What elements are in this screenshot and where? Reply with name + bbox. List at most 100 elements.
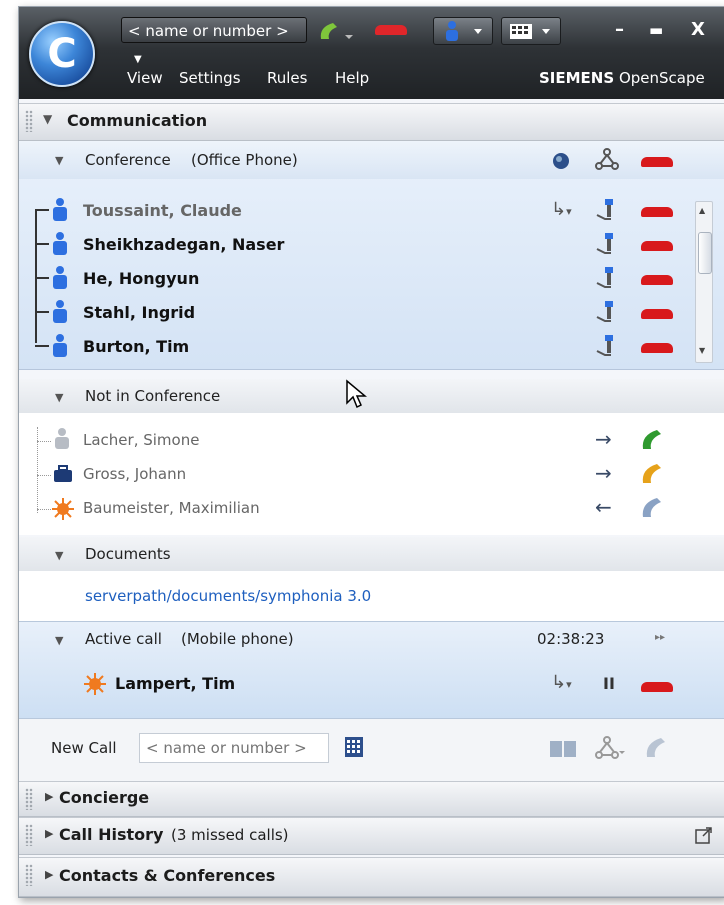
tree-branch: [37, 475, 51, 476]
arrow-right-icon[interactable]: →: [595, 461, 612, 485]
conference-scrollbar[interactable]: ▲ ▼: [695, 201, 713, 363]
collapse-icon[interactable]: ▼: [55, 549, 63, 562]
busy-sun-icon: [83, 672, 107, 700]
conference-network-icon[interactable]: [595, 147, 619, 175]
grip-handle[interactable]: [25, 788, 33, 810]
document-link[interactable]: serverpath/documents/symphonia 3.0: [85, 587, 371, 605]
new-call-bar: New Call: [19, 719, 724, 781]
hangup-icon[interactable]: [641, 343, 673, 353]
grip-handle[interactable]: [25, 864, 33, 886]
participant-name: He, Hongyun: [83, 269, 200, 288]
collapse-icon[interactable]: ▼: [55, 154, 63, 167]
phone-handset-icon[interactable]: [595, 265, 619, 295]
dial-name-text: < name or number >: [128, 22, 289, 40]
scroll-up-icon[interactable]: ▲: [699, 206, 705, 215]
list-item[interactable]: Baumeister, Maximilian ←: [19, 495, 724, 525]
missed-calls-note: (3 missed calls): [171, 826, 289, 844]
transfer-icon[interactable]: ↳▾: [551, 199, 572, 220]
minimize-icon[interactable]: –: [615, 19, 624, 40]
conference-network-icon[interactable]: [595, 735, 625, 765]
popout-icon[interactable]: [695, 826, 713, 848]
brand-bold: SIEMENS: [539, 69, 615, 87]
section-call-history[interactable]: ▶ Call History (3 missed calls): [19, 817, 724, 855]
participant-row[interactable]: Stahl, Ingrid: [19, 297, 699, 331]
phone-handset-icon[interactable]: [595, 231, 619, 261]
person-icon: [51, 299, 69, 329]
active-call-device: (Mobile phone): [181, 630, 294, 648]
scroll-down-icon[interactable]: ▼: [699, 346, 705, 355]
participant-row[interactable]: Toussaint, Claude ↳▾: [19, 195, 699, 229]
menu-view[interactable]: View: [127, 69, 163, 87]
tree-branch: [35, 311, 49, 313]
menu-help[interactable]: Help: [335, 69, 369, 87]
contact-name: Baumeister, Maximilian: [83, 499, 260, 517]
tree-branch: [35, 209, 49, 211]
call-grey-icon[interactable]: [643, 735, 669, 765]
address-book-icon[interactable]: [549, 739, 577, 763]
participant-row[interactable]: Sheikhzadegan, Naser: [19, 229, 699, 263]
busy-sun-icon: [51, 497, 75, 525]
expand-icon[interactable]: ▶: [45, 868, 53, 881]
conference-header: ▼ Conference (Office Phone): [19, 141, 724, 179]
new-call-input[interactable]: [139, 733, 329, 763]
arrow-right-icon[interactable]: →: [595, 427, 612, 451]
close-icon[interactable]: X: [691, 19, 705, 40]
list-item[interactable]: Lacher, Simone →: [19, 427, 724, 457]
maximize-icon[interactable]: ▬: [649, 21, 663, 39]
hangup-icon[interactable]: [375, 25, 407, 35]
collapse-icon[interactable]: ▼: [55, 391, 63, 404]
hangup-icon[interactable]: [641, 682, 673, 692]
transfer-icon[interactable]: ↳▾: [551, 672, 572, 693]
hangup-icon[interactable]: [641, 241, 673, 251]
expand-icon[interactable]: ▶: [45, 790, 53, 803]
phone-handset-icon[interactable]: [595, 333, 619, 363]
call-green-icon[interactable]: [315, 19, 359, 43]
hangup-icon[interactable]: [641, 309, 673, 319]
person-icon: [51, 231, 69, 261]
hangup-icon[interactable]: [641, 157, 673, 167]
keypad-button[interactable]: [501, 17, 561, 45]
tree-branch: [35, 345, 49, 347]
conference-device: (Office Phone): [191, 151, 298, 169]
hold-icon[interactable]: II: [603, 674, 615, 693]
contact-name: Gross, Johann: [83, 465, 187, 483]
expand-arrows-icon[interactable]: ▸▸: [655, 632, 665, 643]
section-communication[interactable]: ▼ Communication: [19, 103, 724, 141]
dial-name-field[interactable]: < name or number > ▼: [121, 17, 307, 65]
section-title: Call History: [59, 825, 164, 844]
grip-handle[interactable]: [25, 110, 33, 132]
section-concierge[interactable]: ▶ Concierge: [19, 781, 724, 817]
openscape-logo-icon[interactable]: C: [29, 21, 95, 87]
chevron-down-icon: ▼: [134, 54, 142, 65]
expand-icon[interactable]: ▶: [45, 827, 53, 840]
globe-icon[interactable]: [551, 151, 571, 175]
section-title: Concierge: [59, 788, 150, 807]
phone-handset-icon[interactable]: [595, 299, 619, 329]
phone-handset-icon[interactable]: [595, 197, 619, 227]
scroll-thumb[interactable]: [698, 232, 712, 274]
section-title: Contacts & Conferences: [59, 866, 276, 885]
call-green-icon[interactable]: [639, 427, 665, 457]
presence-button[interactable]: [433, 17, 493, 45]
menu-rules[interactable]: Rules: [267, 69, 307, 87]
not-in-conference-list: Lacher, Simone → Gross, Johann → Baumeis…: [19, 413, 724, 535]
keypad-icon[interactable]: [345, 737, 363, 761]
participant-name: Burton, Tim: [83, 337, 190, 356]
collapse-icon[interactable]: ▼: [43, 112, 52, 126]
hangup-icon[interactable]: [641, 275, 673, 285]
section-contacts-conferences[interactable]: ▶ Contacts & Conferences: [19, 857, 724, 897]
hangup-icon[interactable]: [641, 207, 673, 217]
list-item[interactable]: Gross, Johann →: [19, 461, 724, 491]
call-grey-icon[interactable]: [639, 495, 665, 525]
section-title: Communication: [67, 111, 208, 130]
call-orange-icon[interactable]: [639, 461, 665, 491]
participant-row[interactable]: Burton, Tim: [19, 331, 699, 365]
collapse-icon[interactable]: ▼: [55, 634, 63, 647]
not-in-conference-header[interactable]: ▼ Not in Conference: [19, 379, 724, 413]
not-in-conference-label: Not in Conference: [85, 387, 221, 405]
participant-row[interactable]: He, Hongyun: [19, 263, 699, 297]
menu-settings[interactable]: Settings: [179, 69, 241, 87]
documents-header[interactable]: ▼ Documents: [19, 537, 724, 571]
grip-handle[interactable]: [25, 824, 33, 846]
arrow-left-icon[interactable]: ←: [595, 495, 612, 519]
